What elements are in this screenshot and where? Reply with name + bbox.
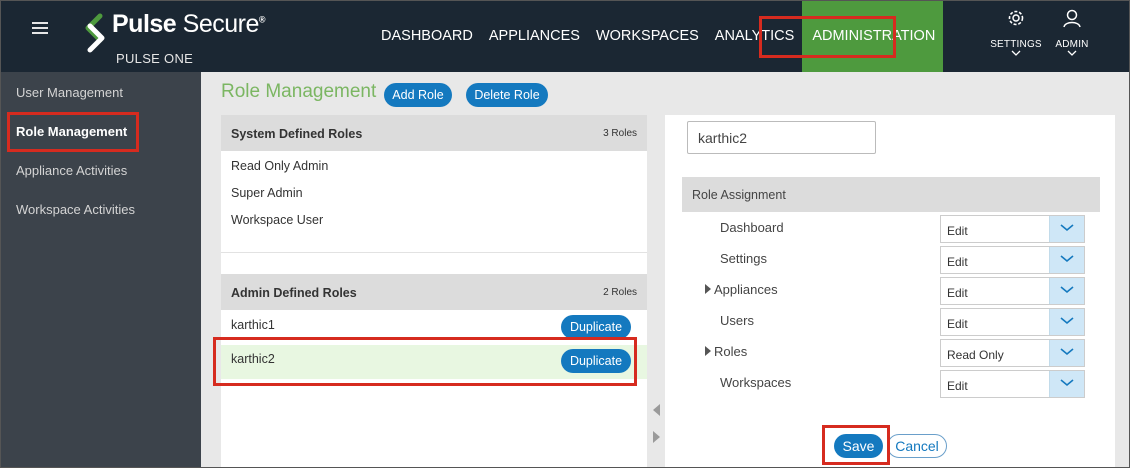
role-item-workspace-user[interactable]: Workspace User xyxy=(231,213,323,227)
pulse-logo-icon xyxy=(85,13,105,53)
divider xyxy=(221,252,647,253)
permission-label-dashboard: Dashboard xyxy=(720,220,784,235)
permission-label-workspaces: Workspaces xyxy=(720,375,792,390)
chevron-down-icon xyxy=(1067,50,1077,56)
permission-select-appliances[interactable]: Edit xyxy=(940,277,1085,305)
page-title: Role Management xyxy=(221,81,377,102)
admin-roles-header: Admin Defined Roles 2 Roles xyxy=(221,274,647,310)
chevron-down-icon[interactable] xyxy=(1049,247,1084,273)
system-roles-title: System Defined Roles xyxy=(231,127,363,141)
user-icon xyxy=(1063,9,1081,28)
role-item-karthic2[interactable]: karthic2 xyxy=(231,352,275,366)
system-roles-header: System Defined Roles 3 Roles xyxy=(221,115,647,151)
expand-triangle-icon[interactable] xyxy=(705,346,711,356)
permission-label-appliances[interactable]: Appliances xyxy=(705,282,778,297)
brand-subtitle: PULSE ONE xyxy=(116,51,194,66)
sidebar-item-user-management[interactable]: User Management xyxy=(16,85,123,100)
chevron-down-icon[interactable] xyxy=(1049,278,1084,304)
permission-select-settings[interactable]: Edit xyxy=(940,246,1085,274)
admin-menu[interactable]: ADMIN xyxy=(1042,8,1102,56)
nav-analytics[interactable]: ANALYTICS xyxy=(707,0,803,72)
permission-select-dashboard[interactable]: Edit xyxy=(940,215,1085,243)
permission-select-roles[interactable]: Read Only xyxy=(940,339,1085,367)
settings-menu[interactable]: SETTINGS xyxy=(986,8,1046,56)
role-item-karthic1[interactable]: karthic1 xyxy=(231,318,275,332)
permission-label-users: Users xyxy=(720,313,754,328)
main-nav: DASHBOARD APPLIANCES WORKSPACES ANALYTIC… xyxy=(373,0,944,72)
permission-select-workspaces[interactable]: Edit xyxy=(940,370,1085,398)
admin-roles-count: 2 Roles xyxy=(603,287,637,298)
nav-dashboard[interactable]: DASHBOARD xyxy=(373,0,481,72)
permission-label-roles[interactable]: Roles xyxy=(705,344,747,359)
role-item-super-admin[interactable]: Super Admin xyxy=(231,186,303,200)
permission-select-users[interactable]: Edit xyxy=(940,308,1085,336)
role-item-read-only-admin[interactable]: Read Only Admin xyxy=(231,159,328,173)
duplicate-button[interactable]: Duplicate xyxy=(561,349,631,373)
collapse-left-icon[interactable] xyxy=(653,404,660,416)
add-role-button[interactable]: Add Role xyxy=(384,83,452,107)
chevron-down-icon xyxy=(1011,50,1021,56)
brand-name: Pulse Secure® xyxy=(112,10,266,38)
cancel-button[interactable]: Cancel xyxy=(887,434,947,458)
chevron-down-icon[interactable] xyxy=(1049,340,1084,366)
menu-icon[interactable] xyxy=(32,22,48,36)
delete-role-button[interactable]: Delete Role xyxy=(466,83,548,107)
sidebar: User Management Role Management Applianc… xyxy=(0,72,201,468)
nav-workspaces[interactable]: WORKSPACES xyxy=(588,0,707,72)
chevron-down-icon[interactable] xyxy=(1049,216,1084,242)
admin-label: ADMIN xyxy=(1055,39,1089,50)
gear-icon xyxy=(1008,10,1024,26)
role-assignment-header: Role Assignment xyxy=(682,177,1100,212)
duplicate-button[interactable]: Duplicate xyxy=(561,315,631,339)
nav-appliances[interactable]: APPLIANCES xyxy=(481,0,588,72)
save-button[interactable]: Save xyxy=(834,434,883,458)
sidebar-item-role-management[interactable]: Role Management xyxy=(16,124,127,139)
sidebar-item-appliance-activities[interactable]: Appliance Activities xyxy=(16,163,127,178)
roles-list-panel: System Defined Roles 3 Roles Read Only A… xyxy=(221,115,647,468)
sidebar-active-pointer xyxy=(201,126,208,140)
chevron-down-icon[interactable] xyxy=(1049,309,1084,335)
chevron-down-icon[interactable] xyxy=(1049,371,1084,397)
expand-right-icon[interactable] xyxy=(653,431,660,443)
role-name-input[interactable]: karthic2 xyxy=(687,121,876,154)
system-roles-count: 3 Roles xyxy=(603,128,637,139)
permission-label-settings: Settings xyxy=(720,251,767,266)
expand-triangle-icon[interactable] xyxy=(705,284,711,294)
admin-roles-title: Admin Defined Roles xyxy=(231,286,357,300)
settings-label: SETTINGS xyxy=(990,39,1042,50)
nav-administration[interactable]: ADMINISTRATION xyxy=(802,0,944,72)
sidebar-item-workspace-activities[interactable]: Workspace Activities xyxy=(16,202,135,217)
top-bar: Pulse Secure® PULSE ONE DASHBOARD APPLIA… xyxy=(0,0,1130,72)
